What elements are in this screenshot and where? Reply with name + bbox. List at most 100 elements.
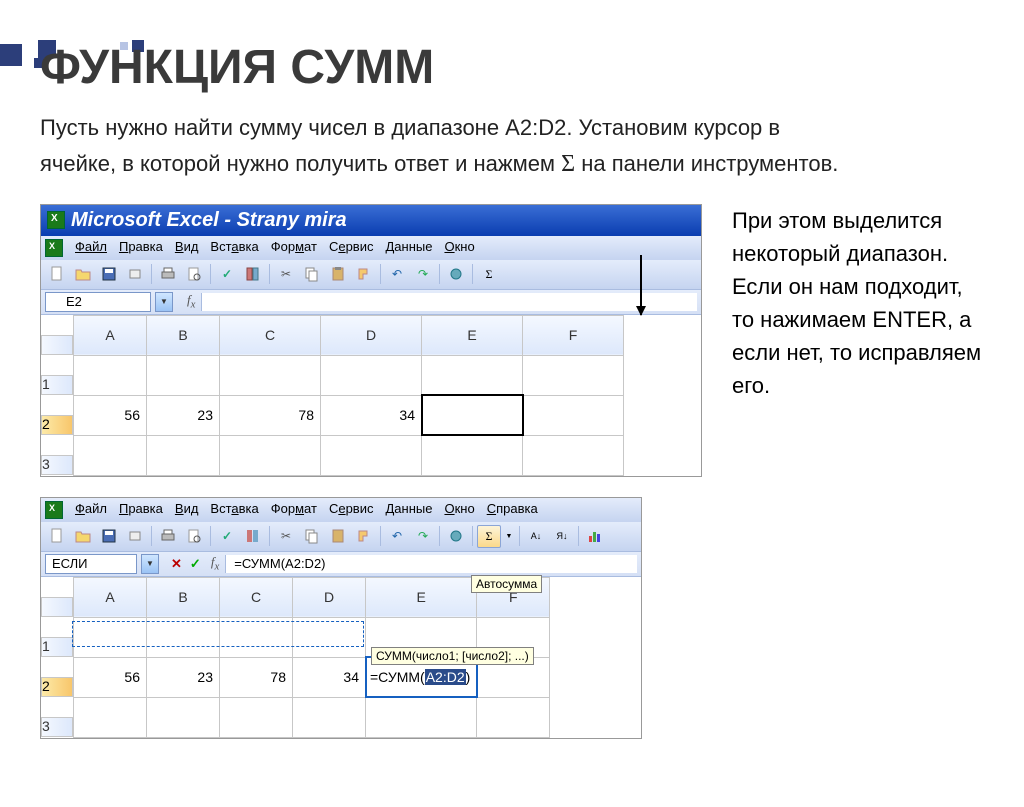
cell[interactable] (523, 395, 624, 435)
col-header-F[interactable]: F (523, 315, 624, 355)
hyperlink-icon[interactable] (444, 263, 468, 286)
redo-icon[interactable]: ↷ (411, 525, 435, 548)
menu-insert[interactable]: Вставка (210, 501, 258, 519)
menu-data[interactable]: Данные (385, 239, 432, 257)
cell[interactable] (220, 697, 293, 737)
cell[interactable] (220, 355, 321, 395)
row-header-3[interactable]: 3 (41, 455, 73, 475)
autosum-icon[interactable]: Σ (477, 263, 501, 286)
new-file-icon[interactable] (45, 525, 69, 548)
insert-function-icon[interactable]: fx (211, 554, 219, 573)
cell[interactable] (220, 435, 321, 475)
menu-format[interactable]: Формат (271, 501, 317, 519)
cell[interactable] (523, 435, 624, 475)
cell[interactable] (147, 435, 220, 475)
cell[interactable] (477, 697, 550, 737)
save-icon[interactable] (97, 525, 121, 548)
col-header-B[interactable]: B (147, 315, 220, 355)
format-painter-icon[interactable] (352, 525, 376, 548)
spell-icon[interactable]: ✓ (215, 263, 239, 286)
cell[interactable] (293, 617, 366, 657)
menu-file[interactable]: Файл (75, 501, 107, 519)
chart-icon[interactable] (583, 525, 607, 548)
autosum-icon[interactable]: Σ (477, 525, 501, 548)
cell[interactable] (523, 355, 624, 395)
cell[interactable] (74, 697, 147, 737)
undo-icon[interactable]: ↶ (385, 263, 409, 286)
cut-icon[interactable]: ✂ (274, 525, 298, 548)
col-header-D[interactable]: D (321, 315, 422, 355)
row-header-1[interactable]: 1 (41, 375, 73, 395)
cancel-icon[interactable]: ✕ (171, 556, 182, 572)
cell[interactable] (422, 435, 523, 475)
cell-A2[interactable]: 56 (74, 395, 147, 435)
permission-icon[interactable] (123, 263, 147, 286)
name-box-dropdown-icon[interactable]: ▼ (141, 554, 159, 574)
titlebar[interactable]: Microsoft Excel - Strany mira (41, 205, 701, 236)
menu-help[interactable]: Справка (487, 501, 538, 519)
cell-D2[interactable]: 34 (293, 657, 366, 697)
col-header-A[interactable]: A (74, 577, 147, 617)
print-icon[interactable] (156, 525, 180, 548)
cut-icon[interactable]: ✂ (274, 263, 298, 286)
cell[interactable] (220, 617, 293, 657)
cell-E2-active[interactable] (422, 395, 523, 435)
menu-insert[interactable]: Вставка (210, 239, 258, 257)
col-header-C[interactable]: C (220, 315, 321, 355)
cell[interactable] (147, 355, 220, 395)
menu-format[interactable]: Формат (271, 239, 317, 257)
menu-tools[interactable]: Сервис (329, 239, 374, 257)
row-header-3[interactable]: 3 (41, 717, 73, 737)
cell[interactable] (147, 617, 220, 657)
menu-edit[interactable]: Правка (119, 239, 163, 257)
name-box-2[interactable]: ЕСЛИ (45, 554, 137, 574)
open-icon[interactable] (71, 525, 95, 548)
cell[interactable] (147, 697, 220, 737)
cell[interactable] (422, 355, 523, 395)
col-header-E[interactable]: E (366, 577, 477, 617)
col-header-E[interactable]: E (422, 315, 523, 355)
cell-D2[interactable]: 34 (321, 395, 422, 435)
research-icon[interactable] (241, 525, 265, 548)
cell-B2[interactable]: 23 (147, 657, 220, 697)
menu-file[interactable]: Файл (75, 239, 107, 257)
spell-icon[interactable]: ✓ (215, 525, 239, 548)
col-header-A[interactable]: A (74, 315, 147, 355)
open-icon[interactable] (71, 263, 95, 286)
autosum-dropdown-icon[interactable]: ▼ (503, 525, 515, 548)
col-header-D[interactable]: D (293, 577, 366, 617)
row-header-2[interactable]: 2 (41, 415, 73, 435)
sort-asc-icon[interactable]: A↓ (524, 525, 548, 548)
menu-view[interactable]: Вид (175, 239, 199, 257)
cell[interactable] (74, 435, 147, 475)
menu-view[interactable]: Вид (175, 501, 199, 519)
hyperlink-icon[interactable] (444, 525, 468, 548)
cell[interactable] (366, 697, 477, 737)
formula-input-2[interactable]: =СУММ(A2:D2) (225, 555, 637, 573)
cell[interactable] (321, 435, 422, 475)
copy-icon[interactable] (300, 263, 324, 286)
enter-icon[interactable]: ✓ (190, 556, 201, 572)
format-painter-icon[interactable] (352, 263, 376, 286)
cell[interactable] (293, 697, 366, 737)
cell-C2[interactable]: 78 (220, 395, 321, 435)
preview-icon[interactable] (182, 525, 206, 548)
col-header-B[interactable]: B (147, 577, 220, 617)
cell[interactable] (321, 355, 422, 395)
cell-A2[interactable]: 56 (74, 657, 147, 697)
formula-input[interactable] (201, 293, 697, 311)
name-box[interactable]: E2 (45, 292, 151, 312)
menu-edit[interactable]: Правка (119, 501, 163, 519)
sort-desc-icon[interactable]: Я↓ (550, 525, 574, 548)
menu-window[interactable]: Окно (444, 239, 474, 257)
cell[interactable] (74, 617, 147, 657)
row-header-2[interactable]: 2 (41, 677, 73, 697)
paste-icon[interactable] (326, 263, 350, 286)
save-icon[interactable] (97, 263, 121, 286)
menu-tools[interactable]: Сервис (329, 501, 374, 519)
research-icon[interactable] (241, 263, 265, 286)
col-header-C[interactable]: C (220, 577, 293, 617)
menu-data[interactable]: Данные (385, 501, 432, 519)
name-box-dropdown-icon[interactable]: ▼ (155, 292, 173, 312)
copy-icon[interactable] (300, 525, 324, 548)
